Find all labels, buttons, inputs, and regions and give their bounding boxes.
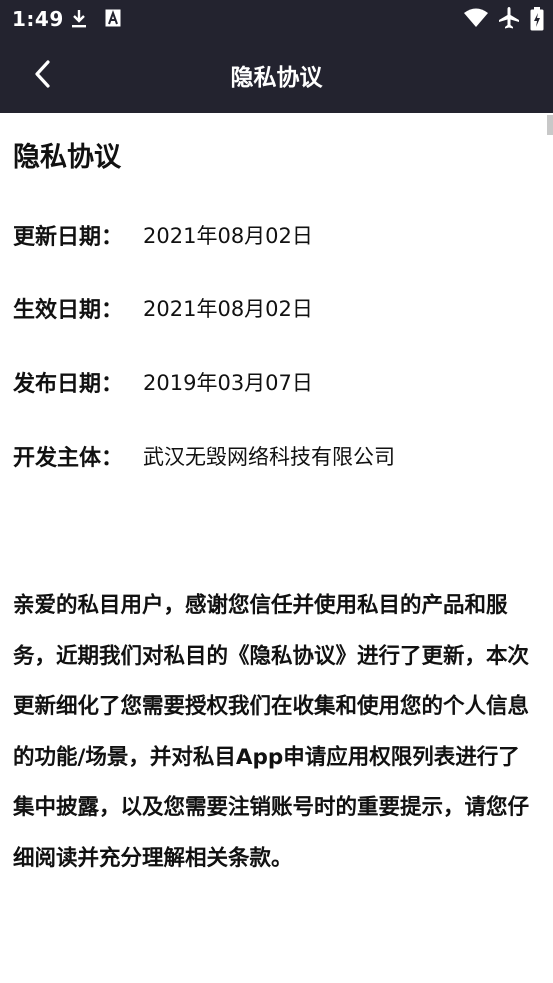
meta-developer: 开发主体： 武汉无毁网络科技有限公司 [13,439,395,473]
document-intro-paragraph: 亲爱的私目用户，感谢您信任并使用私目的产品和服务，近期我们对私目的《隐私协议》进… [13,593,530,871]
document-title: 隐私协议 [13,142,121,173]
status-time: 1:49 [12,7,64,31]
meta-value: 2019年03月07日 [143,371,313,395]
wifi-icon [463,8,489,32]
meta-value: 2021年08月02日 [143,297,313,321]
meta-value: 2021年08月02日 [143,224,313,248]
airplane-icon [497,6,521,34]
meta-label: 发布日期： [13,372,124,397]
page-title: 隐私协议 [230,65,323,91]
meta-value: 武汉无毁网络科技有限公司 [143,445,396,469]
navigation-bar: 隐私协议 [0,38,553,113]
scrollbar-thumb[interactable] [547,115,553,135]
meta-effective-date: 生效日期： 2021年08月02日 [13,291,313,325]
privacy-document[interactable]: 隐私协议 更新日期： 2021年08月02日 生效日期： 2021年08月02日… [0,113,553,983]
meta-label: 生效日期： [13,298,124,323]
status-bar: 1:49 [0,0,553,38]
meta-publish-date: 发布日期： 2019年03月07日 [13,365,313,399]
battery-icon [530,7,544,35]
meta-label: 开发主体： [13,446,124,471]
meta-update-date: 更新日期： 2021年08月02日 [13,218,313,252]
app-header: 1:49 隐私协议 [0,0,553,113]
download-icon [70,9,88,33]
a-notification-icon [105,9,121,31]
meta-label: 更新日期： [13,225,124,250]
